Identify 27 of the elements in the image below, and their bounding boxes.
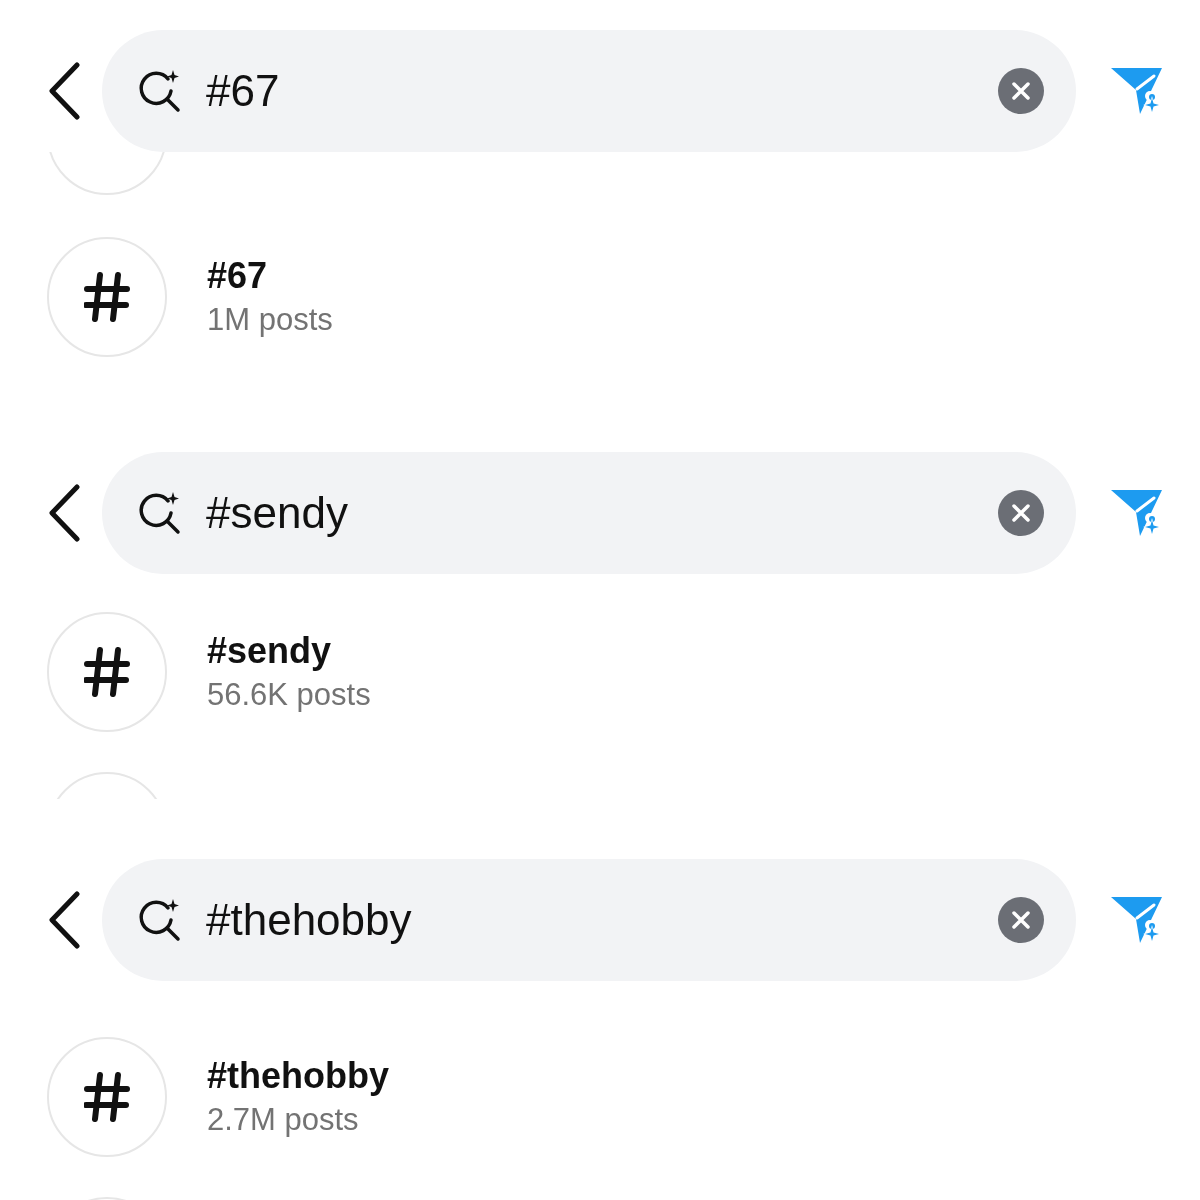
post-count: 56.6K posts xyxy=(207,676,371,714)
search-field[interactable]: #67 xyxy=(102,30,1076,152)
hashtag-icon xyxy=(84,1072,130,1122)
search-icon xyxy=(138,69,182,113)
search-field[interactable]: #thehobby xyxy=(102,859,1076,981)
search-icon xyxy=(138,491,182,535)
paper-plane-icon[interactable] xyxy=(1110,66,1164,116)
search-icon xyxy=(138,898,182,942)
hashtag-icon xyxy=(84,272,130,322)
search-query: #67 xyxy=(206,66,280,116)
clear-button[interactable] xyxy=(998,897,1044,943)
paper-plane-icon[interactable] xyxy=(1110,488,1164,538)
post-count: 2.7M posts xyxy=(207,1101,360,1139)
hashtag-icon xyxy=(84,647,130,697)
close-icon xyxy=(1010,909,1032,931)
post-count: 1M posts xyxy=(207,301,333,339)
hashtag-title: #thehobby xyxy=(207,1054,389,1098)
paper-plane-icon[interactable] xyxy=(1110,895,1164,945)
search-query: #sendy xyxy=(206,488,348,538)
hashtag-title: #67 xyxy=(207,254,269,298)
clear-button[interactable] xyxy=(998,490,1044,536)
hashtag-title: #sendy xyxy=(207,629,333,673)
clear-button[interactable] xyxy=(998,68,1044,114)
close-icon xyxy=(1010,80,1032,102)
close-icon xyxy=(1010,502,1032,524)
search-query: #thehobby xyxy=(206,895,412,945)
search-field[interactable]: #sendy xyxy=(102,452,1076,574)
